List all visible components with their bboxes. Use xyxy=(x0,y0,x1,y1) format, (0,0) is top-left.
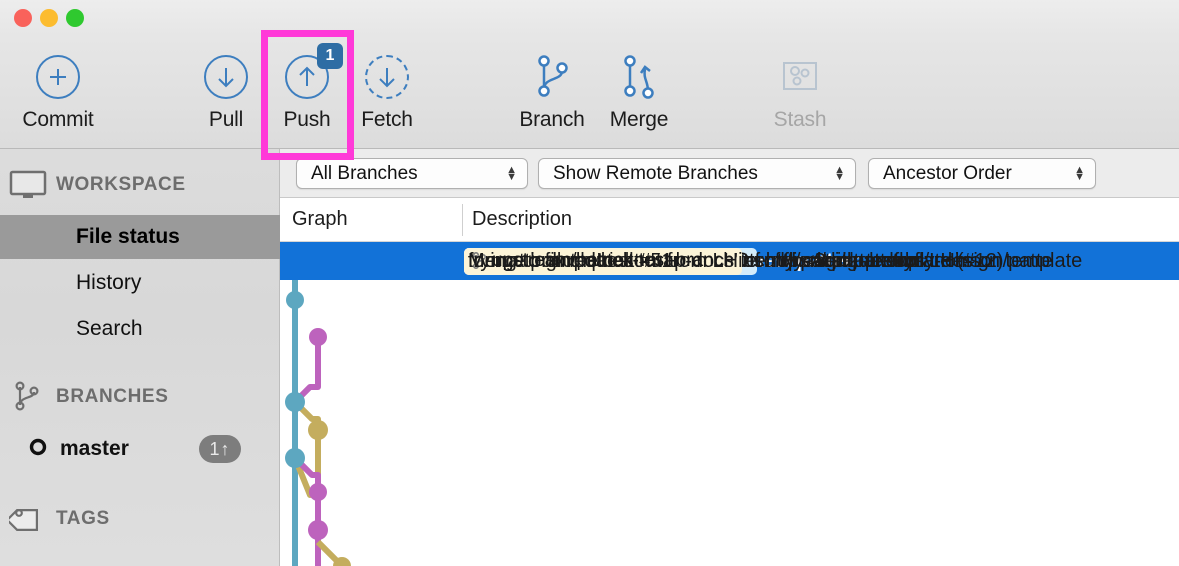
sidebar-item-file-status[interactable]: File status xyxy=(0,215,280,259)
sidebar-item-label: File status xyxy=(76,225,180,248)
graph-node xyxy=(286,291,304,309)
close-window-button[interactable] xyxy=(14,9,32,27)
chevron-updown-icon: ▲ ▼ xyxy=(506,163,517,183)
toolbar-label: Push xyxy=(283,108,331,131)
toolbar-label: Fetch xyxy=(361,108,413,131)
commit-description: trying to fix the callout1 xyxy=(468,249,673,272)
sourcetree-window: Commit Pull 1 Push Fetch Branch Merge St… xyxy=(0,0,1179,566)
main-toolbar: Commit Pull 1 Push Fetch Branch Merge St… xyxy=(0,36,1179,149)
sidebar-item-label: History xyxy=(76,271,142,294)
toolbar-button-fetch[interactable]: Fetch xyxy=(332,48,442,132)
sidebar-item-history[interactable]: History xyxy=(0,261,280,305)
toolbar-label: Stash xyxy=(773,108,827,131)
graph-node xyxy=(308,520,328,540)
commit-graph xyxy=(283,250,351,566)
chevron-updown-icon: ▲ ▼ xyxy=(1074,163,1085,183)
sidebar-item-search[interactable]: Search xyxy=(0,307,280,351)
table-row[interactable]: trying to fix the callout1 xyxy=(280,242,1179,280)
graph-node xyxy=(285,392,305,412)
chevron-updown-icon: ▲ ▼ xyxy=(834,163,845,183)
sidebar-section-label: TAGS xyxy=(56,508,110,529)
monitor-icon xyxy=(0,170,56,200)
arrow-down-dashed-circle-icon xyxy=(365,48,409,106)
zoom-window-button[interactable] xyxy=(66,9,84,27)
sidebar-section-label: WORKSPACE xyxy=(56,174,186,195)
toolbar-button-stash[interactable]: Stash xyxy=(745,48,855,132)
title-bar xyxy=(0,0,1179,36)
graph-node xyxy=(308,420,328,440)
sidebar-section-label: BRANCHES xyxy=(56,386,169,407)
graph-node xyxy=(309,483,327,501)
toolbar-button-merge[interactable]: Merge xyxy=(584,48,694,132)
column-header-description[interactable]: Description xyxy=(472,208,572,231)
branch-filter-dropdown[interactable]: All Branches ▲ ▼ xyxy=(296,158,528,189)
tag-icon xyxy=(0,502,56,536)
graph-node xyxy=(285,448,305,468)
order-dropdown[interactable]: Ancestor Order ▲ ▼ xyxy=(868,158,1096,189)
sidebar: WORKSPACE File status History Search BRA… xyxy=(0,149,280,566)
order-value: Ancestor Order xyxy=(883,162,1012,184)
sidebar-branch-master[interactable]: master 1↑ xyxy=(0,427,280,471)
toolbar-label: Commit xyxy=(22,108,94,131)
sidebar-branch-label: master xyxy=(60,437,129,460)
current-branch-icon xyxy=(28,437,48,462)
toolbar-label: Merge xyxy=(609,108,669,131)
branch-icon xyxy=(528,48,576,106)
arrow-down-circle-icon xyxy=(204,48,248,106)
column-divider[interactable] xyxy=(462,204,463,236)
sidebar-item-label: Search xyxy=(76,317,143,340)
traffic-lights xyxy=(14,9,84,27)
arrow-up-circle-icon: 1 xyxy=(285,43,343,106)
commit-list-header: Graph Description xyxy=(280,198,1179,242)
branch-filter-value: All Branches xyxy=(311,162,418,184)
stash-icon xyxy=(777,48,823,106)
filter-bar: All Branches ▲ ▼ Show Remote Branches ▲ ▼ … xyxy=(280,149,1179,198)
column-header-graph[interactable]: Graph xyxy=(292,208,348,231)
remote-branches-dropdown[interactable]: Show Remote Branches ▲ ▼ xyxy=(538,158,856,189)
sidebar-section-branches[interactable]: BRANCHES xyxy=(0,375,280,419)
plus-circle-icon xyxy=(36,48,80,106)
merge-icon xyxy=(615,48,663,106)
graph-node xyxy=(309,328,327,346)
remote-branches-value: Show Remote Branches xyxy=(553,162,758,184)
graph-node xyxy=(333,557,351,566)
minimize-window-button[interactable] xyxy=(40,9,58,27)
sidebar-section-workspace[interactable]: WORKSPACE xyxy=(0,163,280,207)
status-badge: 1↑ xyxy=(199,435,241,463)
commit-list[interactable]: master 1 ahead Add my new pattern xyxy=(280,242,1179,566)
sidebar-section-tags[interactable]: TAGS xyxy=(0,497,280,541)
toolbar-button-commit[interactable]: Commit xyxy=(3,48,113,132)
toolbar-label: Pull xyxy=(208,108,244,131)
toolbar-label: Branch xyxy=(519,108,585,131)
branch-icon xyxy=(0,380,56,414)
